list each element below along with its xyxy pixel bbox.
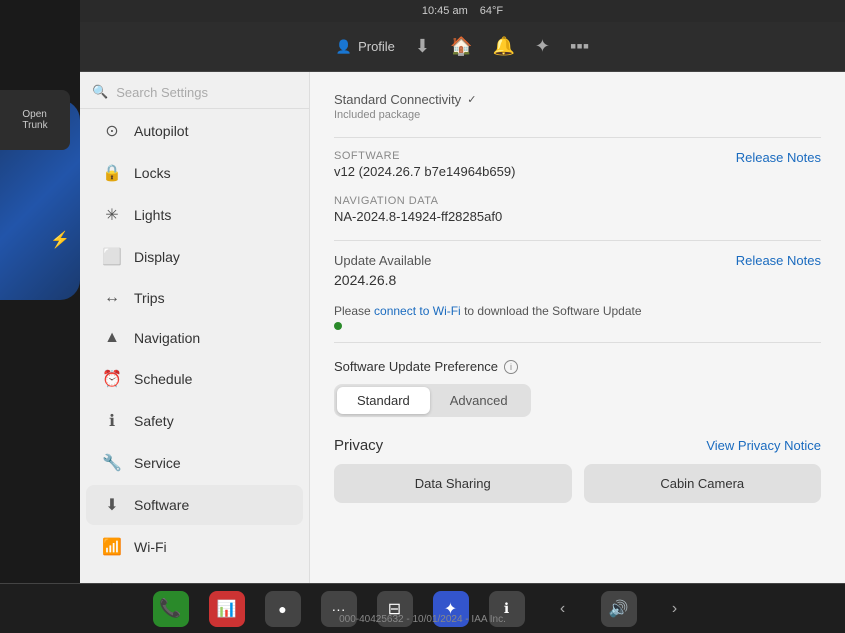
divider-1 — [334, 137, 821, 138]
privacy-label: Privacy — [334, 437, 383, 454]
safety-icon: ℹ — [102, 411, 122, 431]
right-panel: Standard Connectivity ✓ Included package… — [310, 72, 845, 583]
connectivity-row: Standard Connectivity ✓ — [334, 92, 821, 107]
cabin-camera-button[interactable]: Cabin Camera — [584, 464, 822, 503]
sidebar-item-lights[interactable]: ✳ Lights — [86, 195, 303, 235]
signal-icon[interactable]: ▪▪▪ — [570, 36, 589, 57]
wifi-connect-link[interactable]: connect to Wi-Fi — [374, 304, 461, 318]
sidebar-label-autopilot: Autopilot — [134, 123, 188, 139]
status-time: 10:45 am — [422, 5, 468, 17]
search-bar[interactable]: 🔍 Search Settings — [80, 72, 309, 109]
software-section-label: Software — [334, 150, 515, 162]
main-content: 🔍 Search Settings ⊙ Autopilot 🔒 Locks ✳ … — [80, 72, 845, 583]
software-info: Software v12 (2024.26.7 b7e14964b659) — [334, 150, 515, 179]
sidebar-item-locks[interactable]: 🔒 Locks — [86, 153, 303, 193]
navigation-icon: ▲ — [102, 329, 122, 347]
sidebar-item-software[interactable]: ⬇ Software — [86, 485, 303, 525]
search-placeholder: Search Settings — [116, 85, 208, 100]
nav-data-label: Navigation Data — [334, 195, 502, 207]
wifi-notice: Please connect to Wi-Fi to download the … — [334, 304, 821, 318]
bottom-dock: 📞 📊 ● ··· ⊟ ✦ ℹ ‹ 🔊 › 000-40425632 - 10/… — [0, 583, 845, 633]
preference-standard-button[interactable]: Standard — [337, 387, 430, 414]
preference-info-icon[interactable]: i — [504, 360, 518, 374]
bluetooth-top-icon[interactable]: ✦ — [535, 36, 550, 57]
trips-icon: ↔ — [102, 289, 122, 307]
sidebar-item-trips[interactable]: ↔ Trips — [86, 279, 303, 317]
wifi-notice-suffix: to download the Software Update — [461, 304, 642, 318]
connectivity-check-icon: ✓ — [467, 93, 476, 106]
profile-button[interactable]: 👤 Profile — [336, 39, 395, 55]
sidebar-label-service: Service — [134, 455, 181, 471]
sidebar-item-wifi[interactable]: 📶 Wi-Fi — [86, 527, 303, 567]
wifi-icon: 📶 — [102, 537, 122, 557]
sidebar-label-software: Software — [134, 497, 189, 513]
update-available-label: Update Available — [334, 253, 431, 268]
wifi-notice-prefix: Please — [334, 304, 374, 318]
sidebar-item-navigation[interactable]: ▲ Navigation — [86, 319, 303, 357]
included-package-label: Included package — [334, 109, 821, 121]
view-privacy-notice-link[interactable]: View Privacy Notice — [706, 438, 821, 453]
update-available-row: Update Available 2024.26.8 Release Notes — [334, 253, 821, 288]
locks-icon: 🔒 — [102, 163, 122, 183]
lights-icon: ✳ — [102, 205, 122, 225]
data-sharing-button[interactable]: Data Sharing — [334, 464, 572, 503]
divider-3 — [334, 342, 821, 343]
sidebar-label-locks: Locks — [134, 165, 171, 181]
home-icon[interactable]: 🏠 — [450, 36, 472, 57]
open-trunk-label: OpenTrunk — [22, 109, 47, 131]
update-available-info: Update Available 2024.26.8 — [334, 253, 431, 288]
preference-label-row: Software Update Preference i — [334, 359, 821, 374]
sidebar-item-service[interactable]: 🔧 Service — [86, 443, 303, 483]
release-notes-link-software[interactable]: Release Notes — [736, 150, 821, 165]
sidebar-label-display: Display — [134, 249, 180, 265]
software-icon: ⬇ — [102, 495, 122, 515]
preference-advanced-button[interactable]: Advanced — [430, 387, 528, 414]
profile-label: Profile — [358, 39, 395, 54]
sidebar-label-lights: Lights — [134, 207, 171, 223]
lightning-icon: ⚡ — [50, 230, 70, 250]
sidebar: 🔍 Search Settings ⊙ Autopilot 🔒 Locks ✳ … — [80, 72, 310, 583]
sidebar-label-wifi: Wi-Fi — [134, 539, 167, 555]
release-notes-link-update[interactable]: Release Notes — [736, 253, 821, 268]
software-section-row: Software v12 (2024.26.7 b7e14964b659) Re… — [334, 150, 821, 179]
dock-info-text: 000-40425632 - 10/01/2024 - IAA Inc. — [0, 614, 845, 625]
status-temp: 64°F — [480, 5, 503, 17]
display-icon: ⬜ — [102, 247, 122, 267]
preference-label-text: Software Update Preference — [334, 359, 498, 374]
nav-data-section-row: Navigation Data NA-2024.8-14924-ff28285a… — [334, 195, 821, 224]
sidebar-item-display[interactable]: ⬜ Display — [86, 237, 303, 277]
bell-icon[interactable]: 🔔 — [492, 36, 514, 57]
profile-icon: 👤 — [336, 39, 352, 55]
update-version-value: 2024.26.8 — [334, 272, 431, 288]
open-trunk-button[interactable]: OpenTrunk — [0, 90, 70, 150]
divider-2 — [334, 240, 821, 241]
sidebar-label-navigation: Navigation — [134, 330, 200, 346]
status-bar: 10:45 am 64°F — [80, 0, 845, 22]
preference-row: Software Update Preference i Standard Ad… — [334, 359, 821, 417]
sidebar-item-autopilot[interactable]: ⊙ Autopilot — [86, 111, 303, 151]
sidebar-item-schedule[interactable]: ⏰ Schedule — [86, 359, 303, 399]
service-icon: 🔧 — [102, 453, 122, 473]
software-version-value: v12 (2024.26.7 b7e14964b659) — [334, 164, 515, 179]
search-icon: 🔍 — [92, 84, 108, 100]
sidebar-item-safety[interactable]: ℹ Safety — [86, 401, 303, 441]
sidebar-label-schedule: Schedule — [134, 371, 192, 387]
privacy-buttons-row: Data Sharing Cabin Camera — [334, 464, 821, 503]
preference-toggle-group: Standard Advanced — [334, 384, 531, 417]
schedule-icon: ⏰ — [102, 369, 122, 389]
nav-data-info: Navigation Data NA-2024.8-14924-ff28285a… — [334, 195, 502, 224]
green-status-dot — [334, 322, 342, 330]
nav-data-value: NA-2024.8-14924-ff28285af0 — [334, 209, 502, 224]
sidebar-label-trips: Trips — [134, 290, 165, 306]
top-icon-bar: 👤 Profile ⬇ 🏠 🔔 ✦ ▪▪▪ — [80, 22, 845, 72]
connectivity-label-text: Standard Connectivity — [334, 92, 461, 107]
sidebar-item-bluetooth[interactable]: ✦ Bluetooth — [86, 569, 303, 583]
sidebar-label-safety: Safety — [134, 413, 174, 429]
autopilot-icon: ⊙ — [102, 121, 122, 141]
download-icon[interactable]: ⬇ — [415, 36, 430, 57]
privacy-row: Privacy View Privacy Notice — [334, 437, 821, 454]
